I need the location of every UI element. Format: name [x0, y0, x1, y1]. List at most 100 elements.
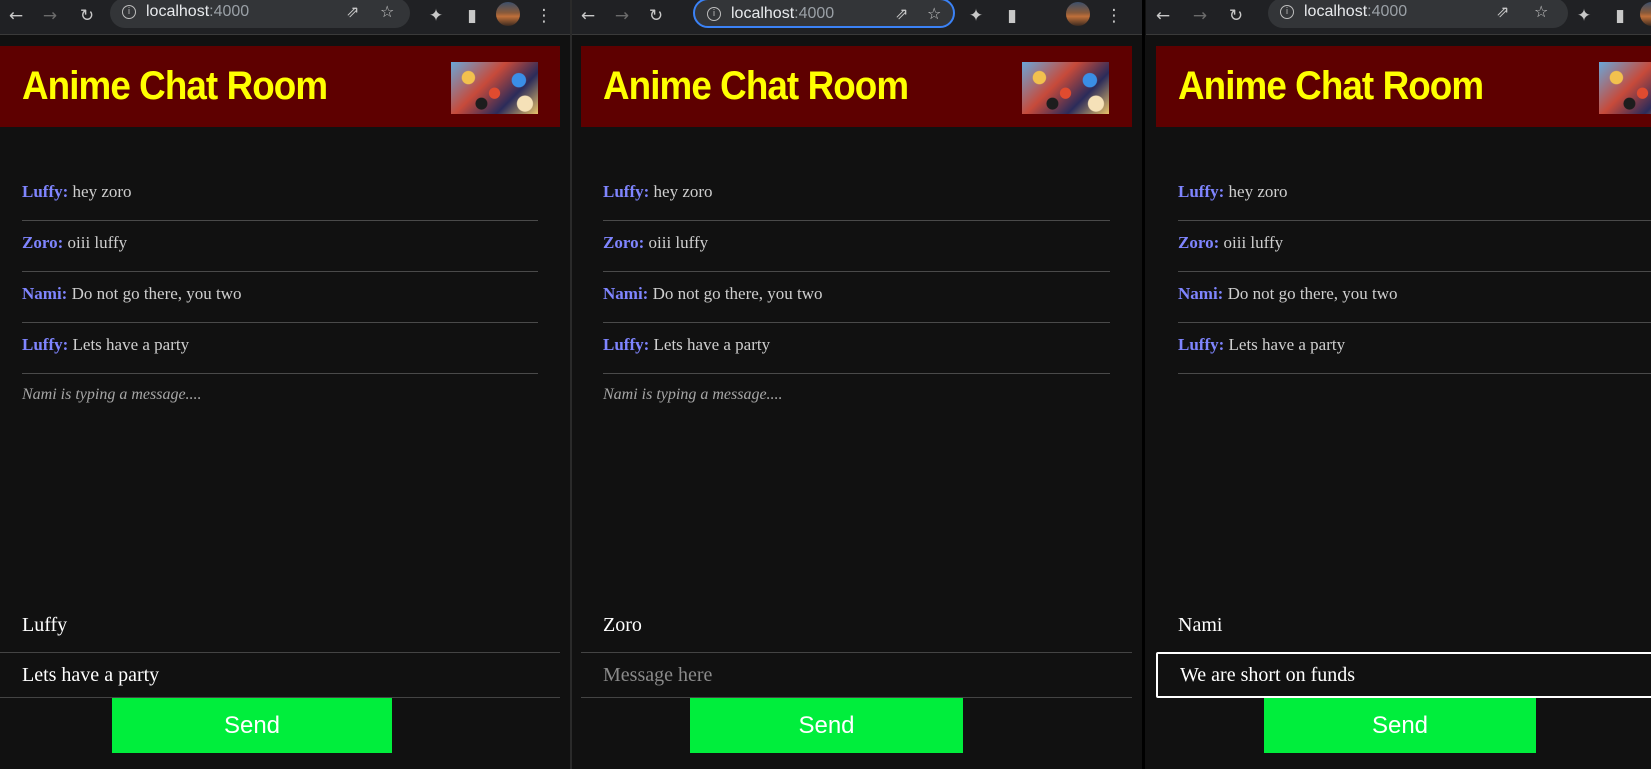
side-panel-icon[interactable]: ▮: [1606, 2, 1634, 30]
url-text: localhost:4000: [146, 3, 250, 20]
back-icon[interactable]: ←: [1149, 2, 1177, 30]
site-info-icon[interactable]: i: [122, 5, 136, 19]
share-icon[interactable]: ⇗: [895, 4, 908, 23]
chat-message: Luffy: Lets have a party: [603, 323, 1110, 374]
message-sender: Nami:: [603, 284, 649, 303]
site-info-icon[interactable]: i: [707, 7, 721, 21]
message-text: oiii luffy: [648, 233, 709, 252]
message-input[interactable]: [0, 652, 560, 698]
message-sender: Luffy:: [603, 182, 650, 201]
chat-message: Zoro: oiii luffy: [1178, 221, 1651, 272]
browser-toolbar: ← → ↻ i localhost:4000 ⇗ ☆ ✦ ▮ ⋮: [572, 0, 1142, 35]
app-title: Anime Chat Room: [1178, 64, 1484, 108]
browser-window-nami: ← → ↻ i localhost:4000 ⇗ ☆ ✦ ▮ Anime Cha…: [1146, 0, 1651, 769]
message-list: Luffy: hey zoro Zoro: oiii luffy Nami: D…: [603, 170, 1110, 404]
share-icon[interactable]: ⇗: [346, 2, 359, 21]
reload-icon[interactable]: ↻: [1222, 2, 1250, 30]
chat-message: Nami: Do not go there, you two: [603, 272, 1110, 323]
message-text: Lets have a party: [72, 335, 190, 354]
reload-icon[interactable]: ↻: [642, 2, 670, 30]
address-bar[interactable]: i localhost:4000 ⇗ ☆: [110, 0, 410, 28]
message-sender: Luffy:: [22, 182, 69, 201]
message-text: Do not go there, you two: [1227, 284, 1398, 303]
address-bar[interactable]: i localhost:4000 ⇗ ☆: [693, 0, 955, 28]
chat-message: Luffy: hey zoro: [603, 170, 1110, 221]
extensions-icon[interactable]: ✦: [1570, 2, 1598, 30]
message-sender: Luffy:: [1178, 335, 1225, 354]
chat-message: Luffy: hey zoro: [22, 170, 538, 221]
anime-logo-image: [451, 62, 538, 114]
username-label: Luffy: [22, 614, 68, 636]
chat-message: Zoro: oiii luffy: [22, 221, 538, 272]
extensions-icon[interactable]: ✦: [422, 2, 450, 30]
anime-logo-image: [1599, 62, 1651, 114]
message-sender: Luffy:: [22, 335, 69, 354]
message-text: Do not go there, you two: [652, 284, 823, 303]
address-bar[interactable]: i localhost:4000 ⇗ ☆: [1268, 0, 1568, 28]
window-divider: [1142, 0, 1145, 769]
send-button[interactable]: Send: [1264, 698, 1536, 753]
chat-message: Nami: Do not go there, you two: [22, 272, 538, 323]
browser-toolbar: ← → ↻ i localhost:4000 ⇗ ☆ ✦ ▮: [1146, 0, 1651, 35]
site-info-icon[interactable]: i: [1280, 5, 1294, 19]
message-list: Luffy: hey zoro Zoro: oiii luffy Nami: D…: [1178, 170, 1651, 374]
browser-window-zoro: ← → ↻ i localhost:4000 ⇗ ☆ ✦ ▮ ⋮ Anime C…: [572, 0, 1142, 769]
bookmark-star-icon[interactable]: ☆: [1534, 2, 1548, 21]
message-input[interactable]: [1156, 652, 1651, 698]
message-text: Lets have a party: [1228, 335, 1346, 354]
forward-icon[interactable]: →: [36, 2, 64, 30]
message-sender: Zoro:: [1178, 233, 1220, 252]
chat-message: Zoro: oiii luffy: [603, 221, 1110, 272]
message-sender: Nami:: [22, 284, 68, 303]
back-icon[interactable]: ←: [574, 2, 602, 30]
app-title: Anime Chat Room: [603, 64, 909, 108]
message-sender: Luffy:: [1178, 182, 1225, 201]
profile-avatar[interactable]: [1640, 2, 1651, 26]
profile-avatar[interactable]: [1066, 2, 1090, 26]
extensions-icon[interactable]: ✦: [962, 2, 990, 30]
username-label: Nami: [1178, 614, 1223, 636]
browser-window-luffy: ← → ↻ i localhost:4000 ⇗ ☆ ✦ ▮ ⋮ Anime C…: [0, 0, 570, 769]
chat-header: Anime Chat Room: [0, 46, 560, 127]
app-title: Anime Chat Room: [22, 64, 328, 108]
bookmark-star-icon[interactable]: ☆: [380, 2, 394, 21]
message-text: hey zoro: [1228, 182, 1288, 201]
chat-message: Luffy: hey zoro: [1178, 170, 1651, 221]
message-input[interactable]: [581, 652, 1132, 698]
browser-toolbar: ← → ↻ i localhost:4000 ⇗ ☆ ✦ ▮ ⋮: [0, 0, 570, 35]
message-text: hey zoro: [653, 182, 713, 201]
typing-indicator: Nami is typing a message....: [603, 386, 783, 403]
message-sender: Luffy:: [603, 335, 650, 354]
bookmark-star-icon[interactable]: ☆: [927, 4, 941, 23]
chat-message: Nami: Do not go there, you two: [1178, 272, 1651, 323]
menu-icon[interactable]: ⋮: [530, 2, 558, 30]
forward-icon[interactable]: →: [1186, 2, 1214, 30]
reload-icon[interactable]: ↻: [73, 2, 101, 30]
url-text: localhost:4000: [731, 5, 835, 22]
side-panel-icon[interactable]: ▮: [458, 2, 486, 30]
back-icon[interactable]: ←: [2, 2, 30, 30]
profile-avatar[interactable]: [496, 2, 520, 26]
message-sender: Zoro:: [22, 233, 64, 252]
typing-indicator: Nami is typing a message....: [22, 386, 202, 403]
username-label: Zoro: [603, 614, 642, 636]
message-sender: Nami:: [1178, 284, 1224, 303]
message-text: oiii luffy: [67, 233, 128, 252]
url-text: localhost:4000: [1304, 3, 1408, 20]
message-text: Do not go there, you two: [71, 284, 242, 303]
message-list: Luffy: hey zoro Zoro: oiii luffy Nami: D…: [22, 170, 538, 404]
chat-message: Luffy: Lets have a party: [1178, 323, 1651, 374]
share-icon[interactable]: ⇗: [1496, 2, 1509, 21]
chat-header: Anime Chat Room: [1156, 46, 1651, 127]
send-button[interactable]: Send: [690, 698, 963, 753]
anime-logo-image: [1022, 62, 1109, 114]
message-text: oiii luffy: [1223, 233, 1284, 252]
forward-icon[interactable]: →: [608, 2, 636, 30]
message-text: Lets have a party: [653, 335, 771, 354]
message-sender: Zoro:: [603, 233, 645, 252]
menu-icon[interactable]: ⋮: [1100, 2, 1128, 30]
chat-header: Anime Chat Room: [581, 46, 1132, 127]
send-button[interactable]: Send: [112, 698, 392, 753]
chat-message: Luffy: Lets have a party: [22, 323, 538, 374]
side-panel-icon[interactable]: ▮: [998, 2, 1026, 30]
